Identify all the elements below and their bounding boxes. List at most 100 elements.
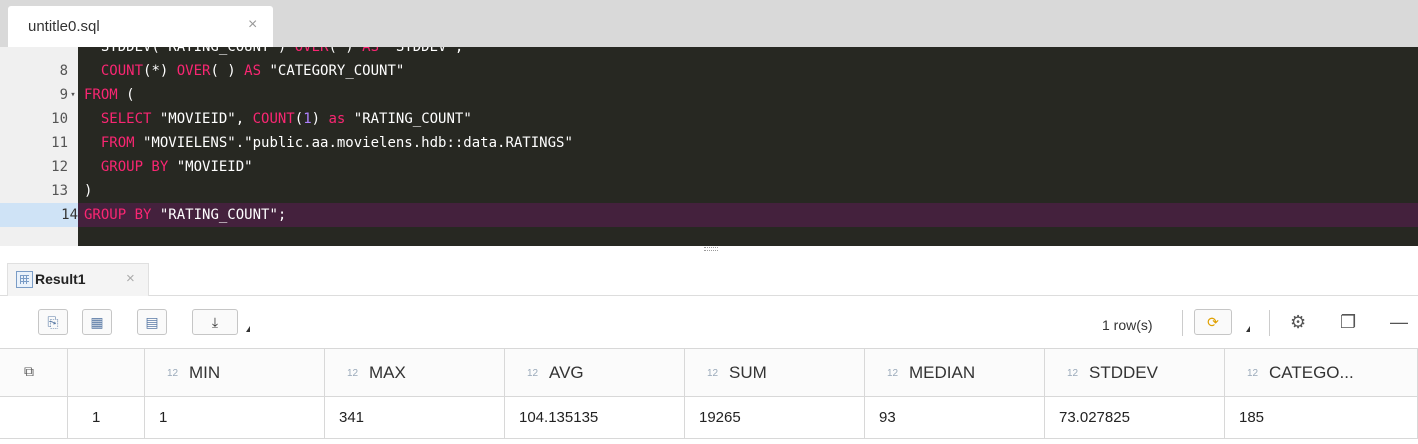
code-token: AS bbox=[244, 63, 262, 79]
code-text: SELECT "MOVIEID", COUNT(1) as "RATING_CO… bbox=[84, 107, 472, 131]
column-type-badge: 12 bbox=[707, 368, 719, 379]
divider bbox=[1269, 310, 1270, 336]
refresh-icon: ⟳ bbox=[1207, 314, 1219, 330]
divider bbox=[1182, 310, 1183, 336]
select-all-icon[interactable]: ⧉ bbox=[24, 363, 34, 380]
code-line[interactable]: STDDEV("RATING_COUNT") OVER( ) AS "STDDE… bbox=[0, 47, 1418, 59]
column-header[interactable]: 12 MAX bbox=[325, 349, 505, 397]
code-token: FROM bbox=[100, 135, 135, 151]
download-button[interactable]: ⤓ bbox=[192, 309, 238, 335]
table-cell[interactable]: 73.027825 bbox=[1045, 397, 1225, 439]
column-name: CATEGO... bbox=[1269, 363, 1354, 382]
fold-arrow-icon[interactable]: ▾ bbox=[68, 83, 78, 107]
result-tab-bar: Result1 × bbox=[0, 253, 1418, 296]
code-token: GROUP BY bbox=[84, 207, 152, 223]
code-text: GROUP BY "MOVIEID" bbox=[84, 155, 253, 179]
line-number: 12 bbox=[51, 159, 68, 175]
code-token: "STDDEV", bbox=[379, 47, 464, 55]
code-token: "RATING_COUNT" bbox=[345, 111, 472, 127]
table-cell[interactable]: 185 bbox=[1225, 397, 1418, 439]
close-icon[interactable]: × bbox=[248, 16, 257, 34]
code-line[interactable]: 12 GROUP BY "MOVIEID" bbox=[0, 155, 1418, 179]
table-icon: ▤ bbox=[145, 314, 159, 330]
code-token: as bbox=[328, 111, 346, 127]
column-type-badge: 12 bbox=[1067, 368, 1079, 379]
column-name: SUM bbox=[729, 363, 767, 382]
row-number-header bbox=[68, 349, 145, 397]
tab-result1[interactable]: Result1 × bbox=[7, 263, 149, 296]
code-line[interactable]: 11 FROM "MOVIELENS"."public.aa.movielens… bbox=[0, 131, 1418, 155]
column-type-badge: 12 bbox=[167, 368, 179, 379]
refresh-dropdown-icon[interactable] bbox=[1246, 326, 1250, 332]
line-number: 11 bbox=[51, 135, 68, 151]
cell-value: 73.027825 bbox=[1059, 409, 1130, 426]
download-dropdown-icon[interactable] bbox=[246, 326, 250, 332]
minimize-icon[interactable]: — bbox=[1390, 312, 1408, 333]
code-line-active[interactable]: 14 GROUP BY "RATING_COUNT"; bbox=[0, 203, 1418, 227]
table-cell[interactable]: 19265 bbox=[685, 397, 865, 439]
row-count: 1 row(s) bbox=[1102, 317, 1153, 333]
code-text: GROUP BY "RATING_COUNT"; bbox=[84, 203, 286, 227]
close-icon[interactable]: × bbox=[126, 270, 135, 287]
code-text: FROM ( bbox=[84, 83, 135, 107]
row-selector[interactable] bbox=[0, 397, 68, 439]
panel-resize-handle[interactable] bbox=[704, 247, 718, 251]
code-token: (*) bbox=[143, 63, 177, 79]
cell-value: 19265 bbox=[699, 409, 741, 426]
code-line[interactable]: 13) bbox=[0, 179, 1418, 203]
code-token: "RATING_COUNT"; bbox=[151, 207, 287, 223]
sql-editor[interactable]: STDDEV("RATING_COUNT") OVER( ) AS "STDDE… bbox=[0, 47, 1418, 246]
table-cell[interactable]: 1 bbox=[145, 397, 325, 439]
line-number: 13 bbox=[51, 183, 68, 199]
table-cell[interactable]: 93 bbox=[865, 397, 1045, 439]
file-tab-label: untitle0.sql bbox=[28, 18, 100, 35]
refresh-button[interactable]: ⟳ bbox=[1194, 309, 1232, 335]
file-tab[interactable]: untitle0.sql × bbox=[8, 6, 273, 47]
column-name: MAX bbox=[369, 363, 406, 382]
code-token: ( ) bbox=[328, 47, 363, 55]
grid-icon: ▦ bbox=[90, 314, 104, 330]
cell-value: 185 bbox=[1239, 409, 1265, 426]
code-token: ) bbox=[84, 183, 93, 199]
copy-button[interactable]: ⎘ bbox=[38, 309, 68, 335]
column-name: MIN bbox=[189, 363, 221, 382]
code-token: OVER bbox=[176, 63, 211, 79]
column-header[interactable]: 12 MEDIAN bbox=[865, 349, 1045, 397]
column-type-badge: 12 bbox=[527, 368, 539, 379]
line-number: 10 bbox=[51, 111, 68, 127]
table-cell[interactable]: 341 bbox=[325, 397, 505, 439]
code-token: ( ) bbox=[210, 63, 245, 79]
column-header[interactable]: 12 MIN bbox=[145, 349, 325, 397]
grid-view-button[interactable]: ▦ bbox=[82, 309, 112, 335]
column-header[interactable]: 12 STDDEV bbox=[1045, 349, 1225, 397]
code-token: OVER bbox=[294, 47, 329, 55]
column-name: MEDIAN bbox=[909, 363, 976, 382]
code-line[interactable]: 9 ▾ FROM ( bbox=[0, 83, 1418, 107]
cell-value: 93 bbox=[879, 409, 896, 426]
code-token: GROUP BY bbox=[100, 159, 169, 175]
column-header[interactable]: 12 AVG bbox=[505, 349, 685, 397]
grid-corner[interactable]: ⧉ bbox=[0, 349, 68, 397]
code-token: FROM bbox=[84, 87, 118, 103]
code-token: "MOVIELENS"."public.aa.movielens.hdb::da… bbox=[134, 135, 573, 151]
column-header[interactable]: 12 CATEGO... bbox=[1225, 349, 1418, 397]
code-token: ( bbox=[117, 87, 135, 103]
code-line[interactable]: 10 SELECT "MOVIEID", COUNT(1) as "RATING… bbox=[0, 107, 1418, 131]
column-type-badge: 12 bbox=[887, 368, 899, 379]
code-text: COUNT(*) OVER( ) AS "CATEGORY_COUNT" bbox=[84, 59, 404, 83]
column-name: AVG bbox=[549, 363, 584, 382]
code-text: STDDEV("RATING_COUNT") OVER( ) AS "STDDE… bbox=[84, 47, 463, 59]
download-icon: ⤓ bbox=[211, 314, 219, 330]
code-line[interactable]: 8 COUNT(*) OVER( ) AS "CATEGORY_COUNT" bbox=[0, 59, 1418, 83]
column-header[interactable]: 12 SUM bbox=[685, 349, 865, 397]
code-token: "MOVIEID", bbox=[151, 111, 253, 127]
restore-icon[interactable]: ❐ bbox=[1340, 312, 1356, 333]
settings-icon[interactable]: ⚙ bbox=[1290, 312, 1306, 333]
table-cell[interactable]: 104.135135 bbox=[505, 397, 685, 439]
table-view-button[interactable]: ▤ bbox=[137, 309, 167, 335]
code-token: ( bbox=[294, 111, 304, 127]
